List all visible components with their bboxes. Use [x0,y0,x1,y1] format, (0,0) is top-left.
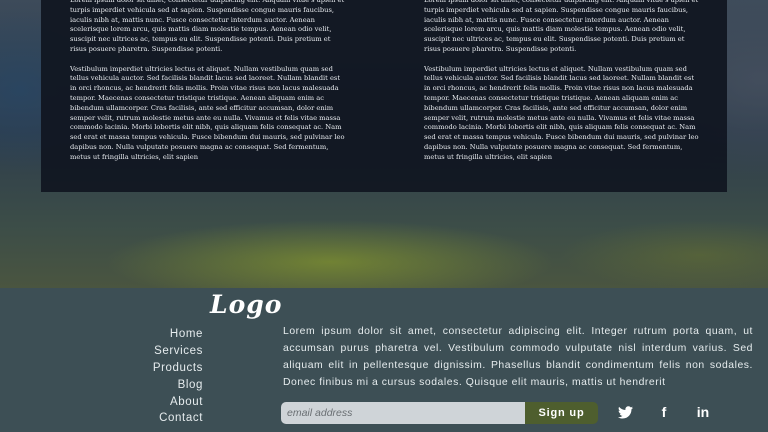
paragraph: Vestibulum imperdiet ultricies lectus et… [424,64,699,161]
text-column-left: Lorem ipsum dolor sit amet, consectetur … [70,0,348,188]
nav-link-home[interactable]: Home [120,326,203,343]
text-column-right: Lorem ipsum dolor sit amet, consectetur … [424,0,702,188]
logo[interactable]: Logo [210,290,282,319]
paragraph: Lorem ipsum dolor sit amet, consectetur … [424,0,699,53]
footer: Logo Home Services Products Blog About C… [0,288,768,432]
paragraph: Lorem ipsum dolor sit amet, consectetur … [70,0,345,53]
facebook-icon[interactable]: f [655,403,673,421]
facebook-glyph: f [661,404,667,420]
linkedin-icon[interactable]: in [694,403,712,421]
footer-nav: Home Services Products Blog About Contac… [120,326,203,427]
newsletter-form: Sign up [281,402,598,424]
twitter-icon[interactable] [616,403,634,421]
email-input[interactable] [281,402,527,424]
nav-link-products[interactable]: Products [120,360,203,377]
nav-link-services[interactable]: Services [120,343,203,360]
footer-about-text: Lorem ipsum dolor sit amet, consectetur … [283,326,753,388]
hero-background: Lorem ipsum dolor sit amet, consectetur … [0,0,768,288]
nav-link-contact[interactable]: Contact [120,410,203,427]
nav-link-blog[interactable]: Blog [120,377,203,394]
signup-button[interactable]: Sign up [525,402,598,424]
content-panel: Lorem ipsum dolor sit amet, consectetur … [41,0,727,192]
nav-link-about[interactable]: About [120,394,203,411]
linkedin-glyph: in [696,404,710,420]
paragraph: Vestibulum imperdiet ultricies lectus et… [70,64,345,161]
twitter-bird-glyph [617,405,633,418]
